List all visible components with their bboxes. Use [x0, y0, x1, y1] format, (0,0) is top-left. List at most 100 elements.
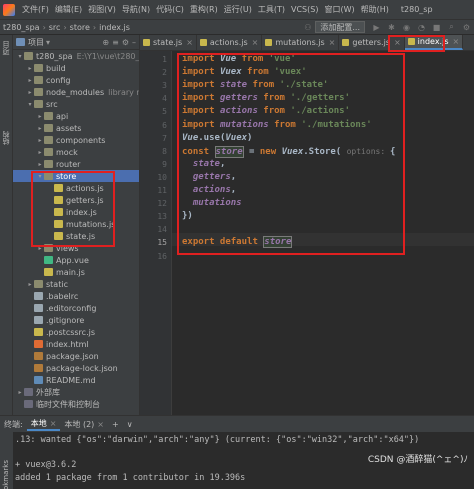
- code-line[interactable]: export default store: [182, 236, 293, 249]
- close-icon[interactable]: ×: [453, 37, 460, 46]
- menu-item[interactable]: 重构(R): [187, 4, 221, 15]
- run-icon[interactable]: ▶: [371, 22, 382, 33]
- expand-arrow-icon[interactable]: ▸: [26, 89, 34, 96]
- editor-tab[interactable]: mutations.js ×: [262, 35, 340, 50]
- tree-item[interactable]: ▾ store: [13, 170, 139, 182]
- tree-item[interactable]: .postcssrc.js: [13, 326, 139, 338]
- code-line[interactable]: import actions from './actions': [182, 105, 350, 118]
- menu-item[interactable]: 视图(V): [85, 4, 119, 15]
- menu-item[interactable]: 代码(C): [153, 4, 187, 15]
- tree-item[interactable]: .babelrc: [13, 290, 139, 302]
- tree-item[interactable]: ▸ views: [13, 242, 139, 254]
- tree-item[interactable]: package-lock.json: [13, 362, 139, 374]
- tree-item[interactable]: mutations.js: [13, 218, 139, 230]
- tree-item[interactable]: state.js: [13, 230, 139, 242]
- tree-item[interactable]: index.js: [13, 206, 139, 218]
- tree-item[interactable]: ▸ static: [13, 278, 139, 290]
- tree-item[interactable]: ▸ assets: [13, 122, 139, 134]
- settings-icon[interactable]: ⚙: [461, 22, 472, 33]
- menu-item[interactable]: 运行(U): [221, 4, 255, 15]
- tree-item[interactable]: .editorconfig: [13, 302, 139, 314]
- debug-icon[interactable]: ✱: [386, 22, 397, 33]
- collapse-icon[interactable]: ≡: [112, 38, 119, 47]
- add-terminal-icon[interactable]: +: [108, 420, 123, 429]
- terminal-tab[interactable]: 本地 (2) ×: [60, 419, 108, 430]
- tree-item[interactable]: ▸ router: [13, 158, 139, 170]
- tree-item[interactable]: ▸ api: [13, 110, 139, 122]
- tree-item[interactable]: ▸ node_moduleslibrary ro: [13, 86, 139, 98]
- code-line[interactable]: getters,: [182, 171, 236, 184]
- editor-tab[interactable]: actions.js ×: [197, 35, 263, 50]
- menu-item[interactable]: 文件(F): [19, 4, 52, 15]
- menu-item[interactable]: 编辑(E): [52, 4, 85, 15]
- locate-icon[interactable]: ⊕: [102, 38, 109, 47]
- code-editor[interactable]: 1 2 3 4 5 6 7 8 9 10 11 12 13 14 15 16 import Vue from …: [140, 51, 474, 415]
- tree-item[interactable]: package.json: [13, 350, 139, 362]
- tree-item[interactable]: 临时文件和控制台: [13, 398, 139, 410]
- expand-arrow-icon[interactable]: ▸: [36, 161, 44, 168]
- code-line[interactable]: const store = new Vuex.Store( options: {: [182, 145, 395, 158]
- expand-arrow-icon[interactable]: ▾: [16, 53, 24, 60]
- expand-arrow-icon[interactable]: ▸: [26, 77, 34, 84]
- close-icon[interactable]: ×: [97, 420, 104, 429]
- coverage-icon[interactable]: ◉: [401, 22, 412, 33]
- breadcrumb-item[interactable]: index.js: [99, 23, 130, 32]
- tree-item[interactable]: main.js: [13, 266, 139, 278]
- close-icon[interactable]: ×: [50, 419, 57, 428]
- close-icon[interactable]: ×: [252, 38, 259, 47]
- structure-tool-button[interactable]: 结构: [1, 131, 11, 145]
- breadcrumb-item[interactable]: src: [49, 23, 61, 32]
- project-tool-button[interactable]: 项目: [1, 41, 11, 55]
- code-line[interactable]: import mutations from './mutations': [182, 119, 372, 132]
- tree-item[interactable]: ▸ mock: [13, 146, 139, 158]
- tree-item[interactable]: ▾ src: [13, 98, 139, 110]
- close-icon[interactable]: ×: [394, 38, 401, 47]
- expand-arrow-icon[interactable]: ▸: [16, 389, 24, 396]
- breadcrumb-item[interactable]: t280_spa: [3, 23, 40, 32]
- user-icon[interactable]: ⚇: [302, 22, 313, 33]
- tree-item[interactable]: .gitignore: [13, 314, 139, 326]
- code-line[interactable]: }): [182, 210, 193, 223]
- chevron-down-icon[interactable]: ∨: [123, 420, 137, 429]
- breadcrumb-item[interactable]: store: [70, 23, 90, 32]
- search-icon[interactable]: ⌕: [446, 22, 457, 33]
- tree-item[interactable]: App.vue: [13, 254, 139, 266]
- code-line[interactable]: actions,: [182, 184, 236, 197]
- menu-item[interactable]: 窗口(W): [321, 4, 357, 15]
- code-line[interactable]: state,: [182, 158, 226, 171]
- tree-item[interactable]: ▸ build: [13, 62, 139, 74]
- tree-item[interactable]: ▸ config: [13, 74, 139, 86]
- expand-arrow-icon[interactable]: ▸: [36, 125, 44, 132]
- tree-item[interactable]: index.html: [13, 338, 139, 350]
- expand-arrow-icon[interactable]: ▸: [36, 149, 44, 156]
- terminal-tab[interactable]: 本地 ×: [26, 418, 61, 431]
- menu-item[interactable]: VCS(S): [288, 5, 321, 14]
- tree-item[interactable]: ▾ t280_spaE:\Y1\vue\t280_sp: [13, 50, 139, 62]
- code-line[interactable]: import getters from './getters': [182, 92, 350, 105]
- code-line[interactable]: mutations: [182, 197, 242, 210]
- project-panel-title[interactable]: 项目: [28, 37, 44, 48]
- menu-item[interactable]: 导航(N): [119, 4, 153, 15]
- expand-arrow-icon[interactable]: ▸: [26, 65, 34, 72]
- expand-arrow-icon[interactable]: ▸: [36, 113, 44, 120]
- chevron-down-icon[interactable]: ▾: [46, 38, 50, 47]
- profile-icon[interactable]: ◔: [416, 22, 427, 33]
- close-icon[interactable]: ×: [329, 38, 336, 47]
- editor-tab[interactable]: index.js ×: [404, 35, 464, 50]
- tree-item[interactable]: getters.js: [13, 194, 139, 206]
- expand-arrow-icon[interactable]: ▸: [26, 281, 34, 288]
- close-icon[interactable]: ×: [186, 38, 193, 47]
- expand-arrow-icon[interactable]: ▾: [26, 101, 34, 108]
- code-line[interactable]: import Vuex from 'vuex': [182, 66, 307, 79]
- stop-icon[interactable]: ■: [431, 22, 442, 33]
- menu-item[interactable]: 帮助(H): [358, 4, 392, 15]
- hide-icon[interactable]: –: [132, 38, 136, 47]
- add-configuration-button[interactable]: 添加配置...: [315, 21, 365, 33]
- code-line[interactable]: Vue.use(Vuex): [182, 132, 252, 145]
- expand-arrow-icon[interactable]: ▾: [36, 173, 44, 180]
- editor-tab[interactable]: getters.js ×: [339, 35, 405, 50]
- tree-item[interactable]: actions.js: [13, 182, 139, 194]
- editor-tab[interactable]: state.js ×: [140, 35, 197, 50]
- tree-item[interactable]: ▸ 外部库: [13, 386, 139, 398]
- bookmarks-tool-button[interactable]: Bookmarks: [2, 460, 10, 489]
